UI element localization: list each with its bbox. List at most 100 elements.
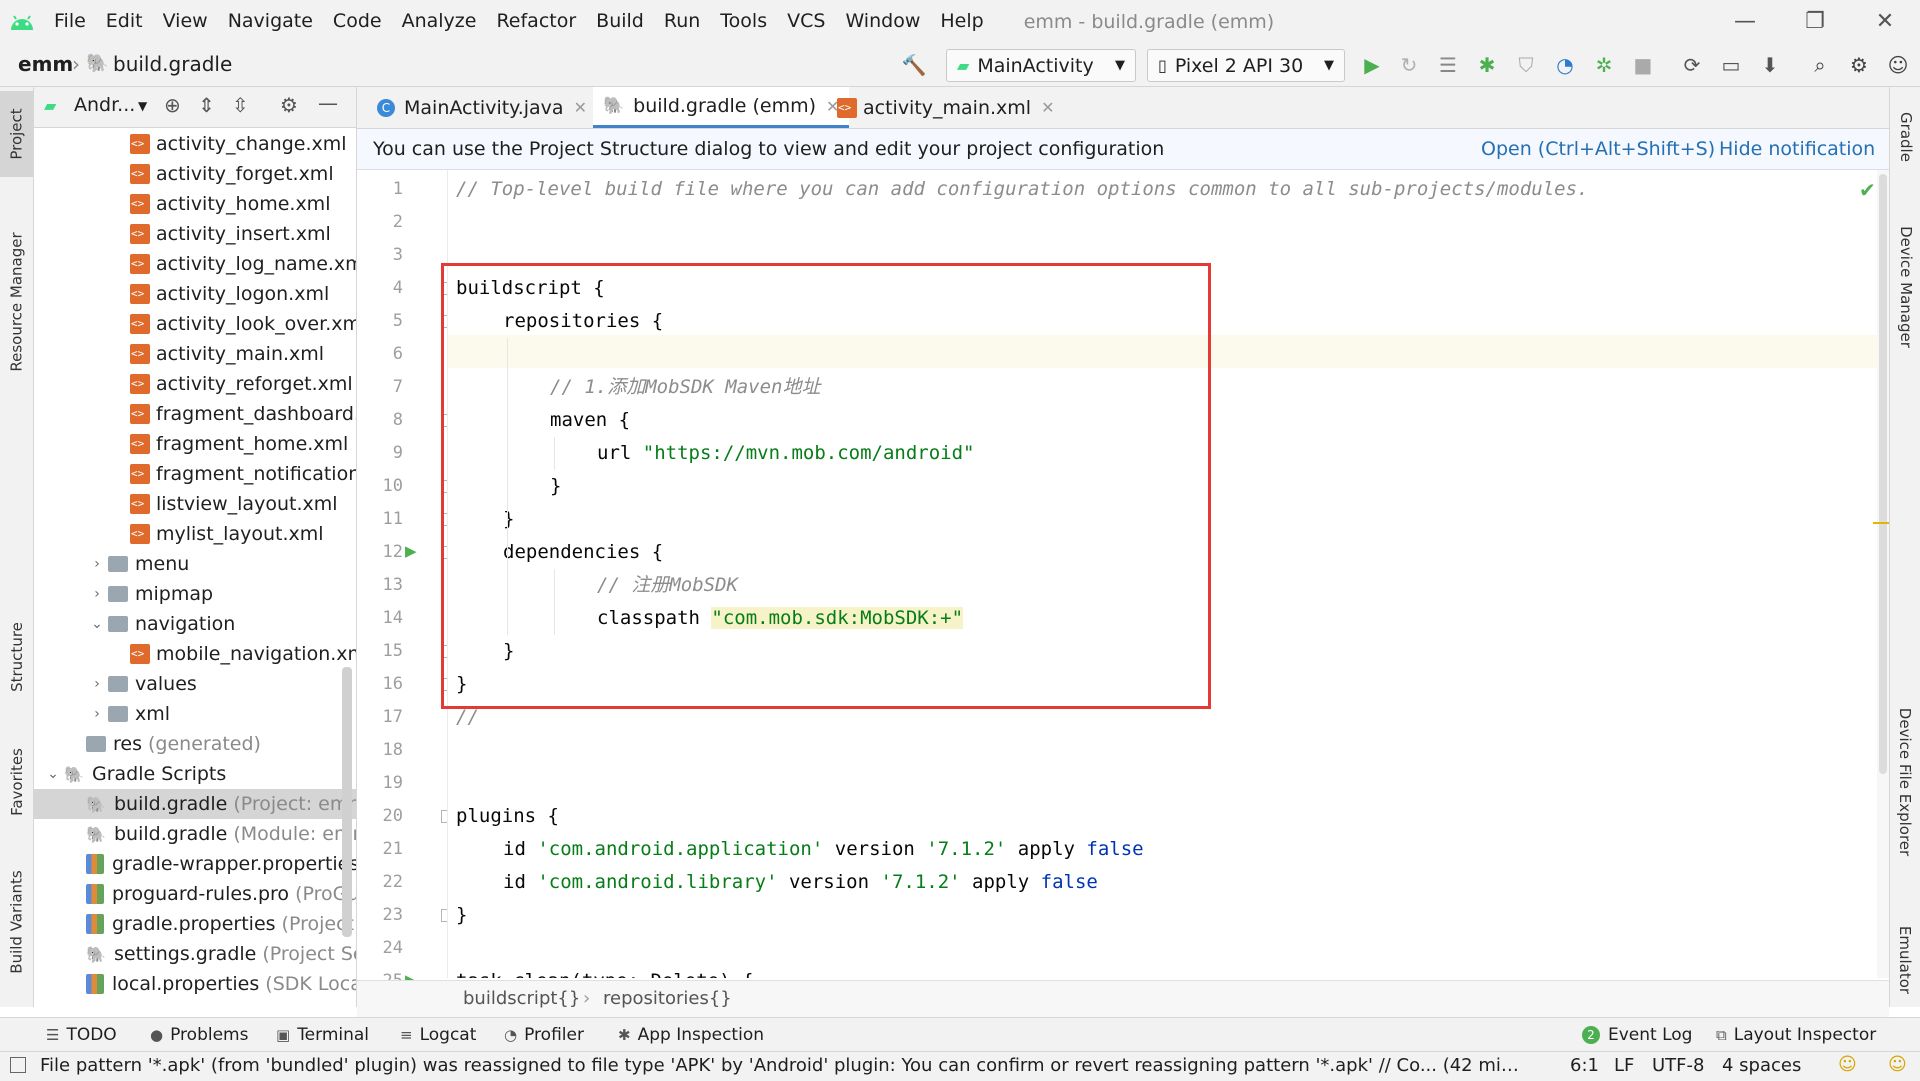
minimize-icon[interactable]: — xyxy=(1710,0,1780,43)
structure-tool-tab[interactable]: Structure xyxy=(0,607,33,707)
menu-view[interactable]: View xyxy=(153,0,218,43)
profile-icon[interactable]: ◔ xyxy=(1553,53,1577,77)
tab-activity-main-xml[interactable]: activity_main.xml ✕ xyxy=(827,87,1064,128)
hide-panel-icon[interactable]: — xyxy=(318,91,338,115)
tree-item[interactable]: res (generated) xyxy=(34,729,356,759)
device-manager-icon[interactable]: ▭ xyxy=(1719,53,1743,77)
tree-item[interactable]: fragment_dashboard.xml xyxy=(34,399,356,429)
chevron-down-icon[interactable]: ⌄ xyxy=(86,616,108,632)
stop-icon[interactable]: ■ xyxy=(1631,53,1655,77)
sdk-manager-icon[interactable]: ⬇ xyxy=(1758,53,1782,77)
app-inspection-tool-button[interactable]: ✱ App Inspection xyxy=(618,1018,764,1051)
tree-item[interactable]: 🐘 build.gradle(Project: emm) xyxy=(34,789,356,819)
editor-scrollbar-thumb[interactable] xyxy=(1879,174,1887,774)
tree-item[interactable]: mylist_layout.xml xyxy=(34,519,356,549)
breadcrumb-buildscript[interactable]: buildscript{} xyxy=(463,988,580,1009)
breadcrumb-file[interactable]: build.gradle xyxy=(113,43,232,86)
chevron-right-icon[interactable]: › xyxy=(86,556,108,572)
close-icon[interactable]: ✕ xyxy=(1850,0,1920,43)
tree-item[interactable]: activity_change.xml xyxy=(34,129,356,159)
tree-item[interactable]: › mipmap xyxy=(34,579,356,609)
run-icon[interactable]: ▶ xyxy=(1360,53,1384,77)
emulator-tool-tab[interactable]: Emulator xyxy=(1890,915,1920,1005)
debug-icon[interactable]: ✱ xyxy=(1475,53,1499,77)
ide-status-smiley-icon[interactable]: ☺ xyxy=(1888,1054,1907,1075)
apply-code-changes-icon[interactable]: ☰ xyxy=(1436,53,1460,77)
menu-refactor[interactable]: Refactor xyxy=(486,0,586,43)
close-tab-icon[interactable]: ✕ xyxy=(1041,98,1054,117)
tree-item[interactable]: gradle-wrapper.properties xyxy=(34,849,356,879)
favorites-tool-tab[interactable]: Favorites xyxy=(0,727,33,837)
chevron-right-icon[interactable]: › xyxy=(86,676,108,692)
gradle-tool-tab[interactable]: Gradle xyxy=(1890,97,1920,177)
chevron-right-icon[interactable]: › xyxy=(86,706,108,722)
menu-analyze[interactable]: Analyze xyxy=(392,0,487,43)
project-scrollbar[interactable] xyxy=(342,667,352,937)
terminal-tool-button[interactable]: ▣ Terminal xyxy=(276,1018,369,1051)
status-toggle-icon[interactable] xyxy=(10,1057,26,1073)
project-view-select[interactable]: Andr... xyxy=(74,94,135,116)
tree-item[interactable]: proguard-rules.pro(ProGuard Rules) xyxy=(34,879,356,909)
caret-position[interactable]: 6:1 xyxy=(1570,1055,1599,1076)
locate-icon[interactable]: ⊕ xyxy=(164,93,181,117)
expand-all-icon[interactable]: ⇕ xyxy=(198,93,215,117)
close-tab-icon[interactable]: ✕ xyxy=(574,98,587,117)
device-select[interactable]: ▯ Pixel 2 API 30 ▼ xyxy=(1147,49,1345,82)
tree-item[interactable]: ⌄ navigation xyxy=(34,609,356,639)
tree-item[interactable]: fragment_home.xml xyxy=(34,429,356,459)
device-manager-tool-tab[interactable]: Device Manager xyxy=(1890,207,1920,367)
tree-item[interactable]: mobile_navigation.xml xyxy=(34,639,356,669)
tree-item[interactable]: › xml xyxy=(34,699,356,729)
tree-item[interactable]: activity_main.xml xyxy=(34,339,356,369)
gradle-sync-icon[interactable]: ⟳ xyxy=(1680,53,1704,77)
apply-changes-icon[interactable]: ↻ xyxy=(1397,53,1421,77)
line-separator[interactable]: LF xyxy=(1614,1055,1634,1076)
indent-setting[interactable]: 4 spaces xyxy=(1722,1055,1801,1076)
gutter-run-icon[interactable]: ▶ xyxy=(405,542,417,560)
todo-tool-button[interactable]: ☰ TODO xyxy=(46,1018,117,1051)
open-project-structure-link[interactable]: Open (Ctrl+Alt+Shift+S) xyxy=(1481,129,1715,169)
tree-item[interactable]: 🐘 settings.gradle(Project Settings) xyxy=(34,939,356,969)
gear-icon[interactable]: ⚙ xyxy=(280,93,298,117)
logcat-tool-button[interactable]: ≡ Logcat xyxy=(400,1018,476,1051)
menu-file[interactable]: File xyxy=(44,0,96,43)
menu-window[interactable]: Window xyxy=(835,0,930,43)
build-variants-tool-tab[interactable]: Build Variants xyxy=(0,857,33,987)
resource-manager-tool-tab[interactable]: Resource Manager xyxy=(0,207,33,397)
menu-build[interactable]: Build xyxy=(586,0,654,43)
tree-item[interactable]: 🐘 build.gradle(Module: emm) xyxy=(34,819,356,849)
tab-build-gradle[interactable]: 🐘 build.gradle (emm) ✕ xyxy=(593,87,850,128)
coverage-icon[interactable]: ⛉ xyxy=(1514,53,1538,77)
tree-item[interactable]: local.properties(SDK Location) xyxy=(34,969,356,999)
tree-item[interactable]: › values xyxy=(34,669,356,699)
menu-edit[interactable]: Edit xyxy=(96,0,153,43)
tree-item[interactable]: activity_look_over.xml xyxy=(34,309,356,339)
layout-inspector-tool-button[interactable]: ⧉ Layout Inspector xyxy=(1716,1018,1876,1051)
tab-mainactivity-java[interactable]: C MainActivity.java ✕ xyxy=(367,87,597,128)
tree-item[interactable]: activity_logon.xml xyxy=(34,279,356,309)
search-icon[interactable]: ⌕ xyxy=(1808,53,1832,77)
status-message[interactable]: File pattern '*.apk' (from 'bundled' plu… xyxy=(40,1055,1526,1076)
menu-tools[interactable]: Tools xyxy=(710,0,777,43)
menu-help[interactable]: Help xyxy=(930,0,993,43)
menu-code[interactable]: Code xyxy=(323,0,392,43)
editor-scrollbar[interactable] xyxy=(1873,170,1891,978)
tree-item[interactable]: activity_home.xml xyxy=(34,189,356,219)
menu-vcs[interactable]: VCS xyxy=(777,0,835,43)
feedback-smiley-icon[interactable]: ☺ xyxy=(1838,1054,1857,1075)
tree-item[interactable]: › menu xyxy=(34,549,356,579)
attach-debugger-icon[interactable]: ✲ xyxy=(1592,53,1616,77)
user-icon[interactable]: ☺ xyxy=(1886,53,1910,77)
event-log-tool-button[interactable]: 2 Event Log xyxy=(1582,1018,1692,1051)
hide-notification-link[interactable]: Hide notification xyxy=(1719,129,1875,169)
restore-icon[interactable]: ❐ xyxy=(1780,0,1850,43)
device-file-explorer-tool-tab[interactable]: Device File Explorer xyxy=(1890,687,1920,877)
chevron-down-icon[interactable]: ⌄ xyxy=(42,766,64,782)
file-encoding[interactable]: UTF-8 xyxy=(1652,1055,1704,1076)
tree-item[interactable]: fragment_notifications.xml xyxy=(34,459,356,489)
menu-navigate[interactable]: Navigate xyxy=(218,0,323,43)
breadcrumb-repositories[interactable]: repositories{} xyxy=(603,988,732,1009)
tree-item[interactable]: ⌄ 🐘 Gradle Scripts xyxy=(34,759,356,789)
menu-run[interactable]: Run xyxy=(654,0,710,43)
problems-tool-button[interactable]: ● Problems xyxy=(150,1018,248,1051)
